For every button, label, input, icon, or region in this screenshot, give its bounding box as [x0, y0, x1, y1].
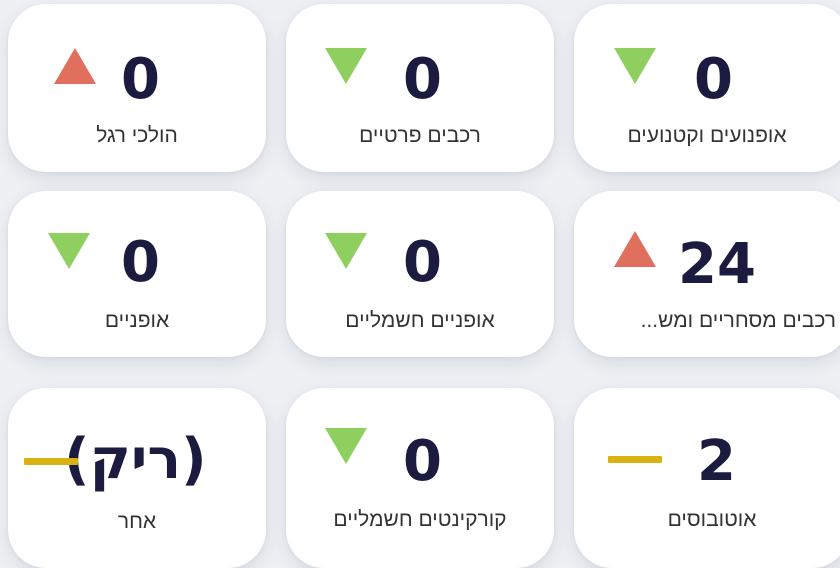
down-triangle-icon [614, 48, 656, 84]
stat-card-electric-bicycles[interactable]: 0 אופניים חשמליים [286, 191, 554, 357]
down-triangle-icon [325, 233, 367, 269]
stat-card-motorcycles[interactable]: 0 אופנועים וקטנועים [574, 4, 840, 172]
stat-value: 0 [403, 230, 442, 295]
down-triangle-icon [48, 233, 90, 269]
stat-value: 0 [403, 429, 442, 494]
stat-label: רכבים פרטיים [359, 124, 481, 147]
stat-label: אופנועים וקטנועים [627, 124, 787, 147]
down-triangle-icon [325, 428, 367, 464]
stat-card-private-cars[interactable]: 0 רכבים פרטיים [286, 4, 554, 172]
stat-value: 0 [121, 47, 160, 112]
stat-card-pedestrians[interactable]: 0 הולכי רגל [8, 4, 266, 172]
up-triangle-icon [54, 48, 96, 84]
stat-value: 0 [121, 230, 160, 295]
stat-value: 0 [694, 47, 733, 112]
stat-value: 0 [403, 47, 442, 112]
stat-label: הולכי רגל [96, 124, 178, 147]
stat-label: אוטובוסים [667, 508, 757, 531]
stat-label: אופניים חשמליים [345, 309, 495, 332]
stat-card-commercial-vehicles[interactable]: 24 רכבים מסחריים ומש... [574, 191, 840, 357]
stat-label: אחר [117, 510, 157, 533]
dash-icon [608, 456, 662, 463]
stat-value: 24 [678, 232, 756, 297]
stat-card-electric-scooters[interactable]: 0 קורקינטים חשמליים [286, 388, 554, 568]
stat-label: רכבים מסחריים ומש... [640, 309, 836, 332]
stat-label: אופניים [104, 309, 170, 332]
stat-label: קורקינטים חשמליים [333, 508, 507, 531]
stat-card-buses[interactable]: 2 אוטובוסים [574, 388, 840, 568]
dash-icon [24, 458, 78, 465]
up-triangle-icon [614, 231, 656, 267]
stat-card-bicycles[interactable]: 0 אופניים [8, 191, 266, 357]
down-triangle-icon [325, 48, 367, 84]
stat-value: 2 [697, 429, 736, 494]
stat-card-other[interactable]: (ריק) אחר [8, 388, 266, 568]
stat-value: (ריק) [64, 427, 207, 492]
